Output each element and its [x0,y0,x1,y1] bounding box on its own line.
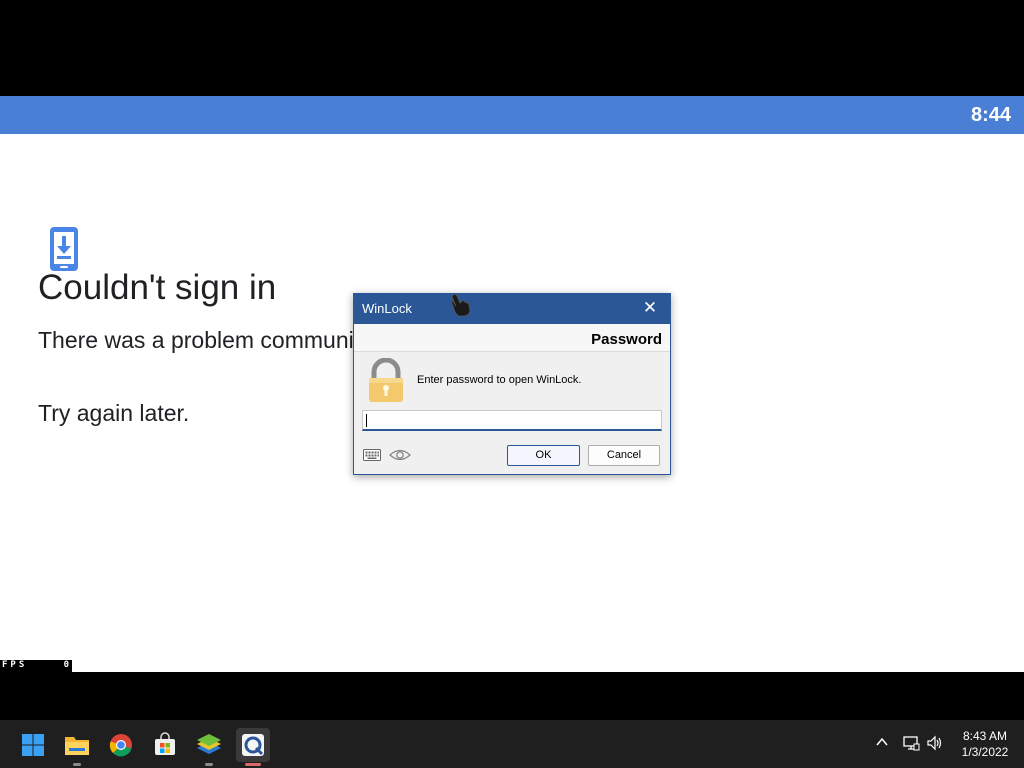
keyboard-icon[interactable] [363,448,381,462]
store-icon [155,732,175,755]
start-button[interactable] [16,728,50,762]
chevron-up-icon[interactable] [874,734,890,750]
volume-icon[interactable] [926,734,944,752]
taskbar-file-explorer[interactable] [60,728,94,766]
hand-cursor-icon [451,293,471,317]
winlock-password-dialog: WinLock ✕ Password Enter password to ope… [353,293,671,475]
status-clock: 8:44 [970,104,1011,126]
active-indicator [245,763,261,766]
fps-label: FPS [2,660,28,670]
ok-button[interactable]: OK [507,445,580,466]
text-caret [366,414,367,427]
taskbar-store[interactable] [148,728,182,762]
fps-counter: FPS 0 [0,660,72,672]
cancel-button[interactable]: Cancel [588,445,660,466]
taskbar-bluestacks[interactable] [192,728,226,766]
running-indicator [73,763,81,766]
android-status-bar: 8:44 [0,96,1024,134]
fps-value: 0 [63,660,69,670]
password-prompt: Enter password to open WinLock. [417,374,582,386]
dialog-header: Password [354,324,670,352]
bluestacks-icon [197,734,221,754]
start-icon [22,734,44,756]
winlock-icon [242,734,264,756]
running-indicator [205,763,213,766]
clock-time: 8:43 AM [962,729,1008,743]
taskbar-winlock[interactable] [236,728,270,766]
dialog-title: WinLock [362,301,412,316]
close-button[interactable]: ✕ [640,298,660,318]
page-title: Couldn't sign in [38,268,277,307]
lock-icon [369,358,403,402]
system-clock[interactable]: 8:43 AM 1/3/2022 [952,728,1018,760]
password-input[interactable] [362,410,662,431]
dialog-title-bar[interactable]: WinLock ✕ [354,294,670,324]
windows-taskbar [0,720,1024,768]
network-icon[interactable] [902,734,920,752]
taskbar-chrome[interactable] [104,728,138,762]
file-explorer-icon [65,737,89,755]
show-password-eye-icon[interactable] [389,447,411,463]
chrome-icon [109,734,132,757]
dialog-header-label: Password [591,331,662,348]
clock-date: 1/3/2022 [961,745,1009,759]
retry-message: Try again later. [38,400,190,426]
phone-download-icon [50,227,78,271]
